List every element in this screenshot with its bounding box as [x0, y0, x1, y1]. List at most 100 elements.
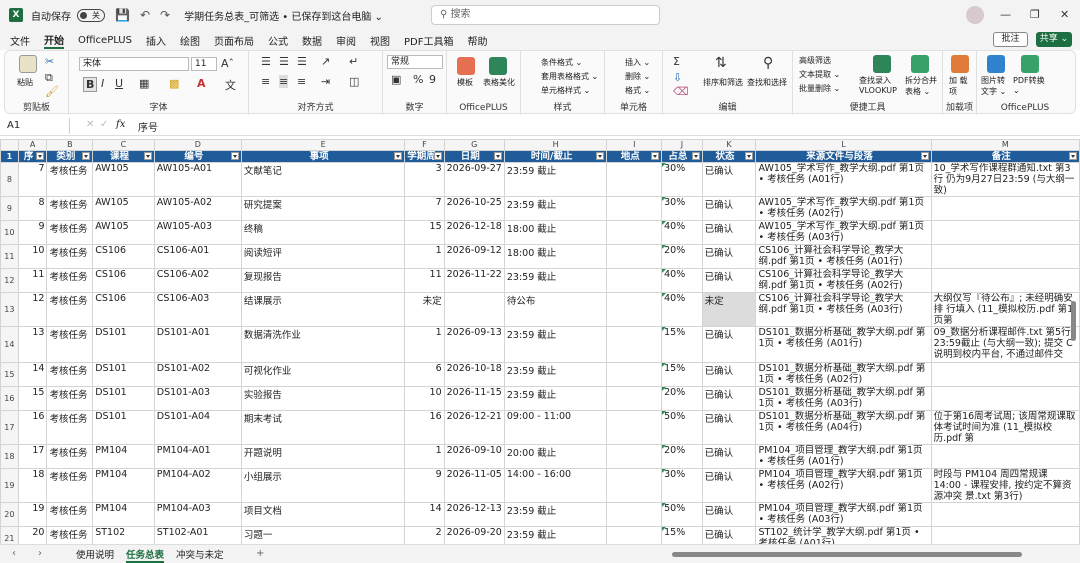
- cell[interactable]: 16: [17, 410, 48, 445]
- batch-delete-button[interactable]: 批量删除 ⌄: [799, 83, 840, 94]
- cell[interactable]: 考核任务: [46, 220, 94, 245]
- column-header[interactable]: K: [701, 139, 757, 151]
- cell[interactable]: 1: [404, 444, 445, 469]
- header-cell[interactable]: 事项: [240, 150, 406, 163]
- cell[interactable]: 已确认: [701, 220, 757, 245]
- cell[interactable]: 11: [404, 268, 445, 293]
- cell[interactable]: 复现报告: [240, 268, 406, 293]
- horizontal-scrollbar[interactable]: [672, 552, 1022, 557]
- cell[interactable]: 10: [404, 386, 445, 411]
- menu-tab[interactable]: PDF工具箱: [404, 33, 453, 48]
- header-cell[interactable]: 占总: [661, 150, 703, 163]
- cell[interactable]: 6: [404, 362, 445, 387]
- format-painter-icon[interactable]: 🖌: [45, 85, 59, 98]
- cell[interactable]: DS101: [92, 410, 155, 445]
- row-header[interactable]: 10: [0, 220, 19, 245]
- menu-tab[interactable]: 帮助: [467, 33, 487, 48]
- cell[interactable]: 40%: [661, 292, 703, 327]
- cell[interactable]: DS101: [92, 326, 155, 363]
- filter-dropdown-icon[interactable]: [691, 152, 700, 160]
- cell[interactable]: CS106: [92, 244, 155, 269]
- menu-tab[interactable]: 插入: [146, 33, 166, 48]
- find-select-button[interactable]: 查找和选择: [747, 77, 787, 88]
- column-header[interactable]: L: [755, 139, 932, 151]
- header-cell[interactable]: 来源文件与段落: [755, 150, 932, 163]
- phonetic-icon[interactable]: 文: [225, 77, 236, 93]
- cell[interactable]: [606, 502, 663, 527]
- grow-font-icon[interactable]: Aˆ: [221, 57, 234, 70]
- cell[interactable]: AW105: [92, 162, 155, 197]
- cell[interactable]: 1: [404, 326, 445, 363]
- row-header[interactable]: 19: [0, 468, 19, 503]
- cell[interactable]: 1: [404, 244, 445, 269]
- cell[interactable]: [606, 326, 663, 363]
- menu-tab[interactable]: 页面布局: [214, 33, 254, 48]
- cell[interactable]: DS101-A04: [153, 410, 242, 445]
- cell[interactable]: 研究提案: [240, 196, 406, 221]
- cell[interactable]: AW105-A03: [153, 220, 242, 245]
- cell[interactable]: 23:59 截止: [503, 268, 608, 293]
- cell[interactable]: DS101_数据分析基础_教学大纲.pdf 第1页 • 考核任务 (A04行): [755, 410, 932, 445]
- indent-icon[interactable]: ⇥: [321, 75, 330, 88]
- cell[interactable]: [606, 410, 663, 445]
- cell[interactable]: 18:00 截止: [503, 220, 608, 245]
- header-cell[interactable]: 备注: [930, 150, 1080, 163]
- copy-icon[interactable]: ⧉: [45, 71, 53, 85]
- cell[interactable]: 已确认: [701, 362, 757, 387]
- cell[interactable]: 12: [17, 292, 48, 327]
- cell[interactable]: PM104: [92, 502, 155, 527]
- header-cell[interactable]: 地点: [606, 150, 663, 163]
- row-header[interactable]: 11: [0, 244, 19, 269]
- cell[interactable]: [606, 468, 663, 503]
- cell[interactable]: DS101-A01: [153, 326, 242, 363]
- column-header[interactable]: C: [92, 139, 155, 151]
- advanced-filter-button[interactable]: 高级筛选: [799, 55, 831, 66]
- table-beautify-icon[interactable]: [489, 57, 507, 75]
- cell[interactable]: 10_学术写作课程群通知.txt 第3行 仍为9月27日23:59 (与大纲一致…: [930, 162, 1080, 197]
- filter-dropdown-icon[interactable]: [493, 152, 502, 160]
- row-header[interactable]: 21: [0, 526, 19, 544]
- cell[interactable]: 18:00 截止: [503, 244, 608, 269]
- cell[interactable]: 2026-10-25: [443, 196, 505, 221]
- cell[interactable]: [606, 386, 663, 411]
- cell[interactable]: 大纲仅写『待公布』; 未经明确安排 行填入 (11_模拟校历.pdf 第1页第: [930, 292, 1080, 327]
- redo-icon[interactable]: ↷: [160, 8, 170, 22]
- cell[interactable]: 7: [404, 196, 445, 221]
- cell[interactable]: 11: [17, 268, 48, 293]
- cell[interactable]: 2026-09-12: [443, 244, 505, 269]
- cell[interactable]: 20%: [661, 386, 703, 411]
- cell[interactable]: [930, 196, 1080, 221]
- cell[interactable]: [930, 526, 1080, 544]
- row-header[interactable]: 17: [0, 410, 19, 445]
- cell[interactable]: PM104: [92, 444, 155, 469]
- cell[interactable]: 考核任务: [46, 386, 94, 411]
- cell[interactable]: 9: [17, 220, 48, 245]
- cell[interactable]: ST102_统计学_教学大纲.pdf 第1页 • 考核任务 (A01行): [755, 526, 932, 544]
- cell[interactable]: 23:59 截止: [503, 502, 608, 527]
- sheet-next-icon[interactable]: ›: [38, 548, 42, 559]
- bold-button[interactable]: B: [83, 77, 98, 92]
- row-header[interactable]: 8: [0, 162, 19, 197]
- cell[interactable]: 考核任务: [46, 410, 94, 445]
- cell[interactable]: 位于第16周考试周; 该周常规课取 体考试时间为准 (11_模拟校历.pdf 第: [930, 410, 1080, 445]
- menu-tab[interactable]: 公式: [268, 33, 288, 48]
- align-center-icon[interactable]: ≡: [279, 75, 289, 88]
- autosave-toggle[interactable]: 关: [77, 8, 105, 22]
- cell[interactable]: 23:59 截止: [503, 362, 608, 387]
- cell[interactable]: 已确认: [701, 386, 757, 411]
- cell[interactable]: 16: [404, 410, 445, 445]
- header-cell[interactable]: 编号: [153, 150, 242, 163]
- function-icon[interactable]: fx: [116, 119, 125, 130]
- cell[interactable]: 未定: [404, 292, 445, 327]
- sort-filter-icon[interactable]: ⇅: [715, 55, 727, 71]
- template-icon[interactable]: [457, 57, 475, 75]
- align-middle-icon[interactable]: ☰: [279, 55, 289, 68]
- currency-icon[interactable]: ▣: [391, 73, 401, 86]
- cell[interactable]: PM104_项目管理_教学大纲.pdf 第1页 • 考核任务 (A03行): [755, 502, 932, 527]
- avatar[interactable]: [966, 6, 984, 24]
- menu-tab[interactable]: 视图: [370, 33, 390, 48]
- cell[interactable]: [930, 268, 1080, 293]
- cell[interactable]: DS101: [92, 362, 155, 387]
- cell[interactable]: 数据清洗作业: [240, 326, 406, 363]
- find-icon[interactable]: ⚲: [763, 55, 773, 71]
